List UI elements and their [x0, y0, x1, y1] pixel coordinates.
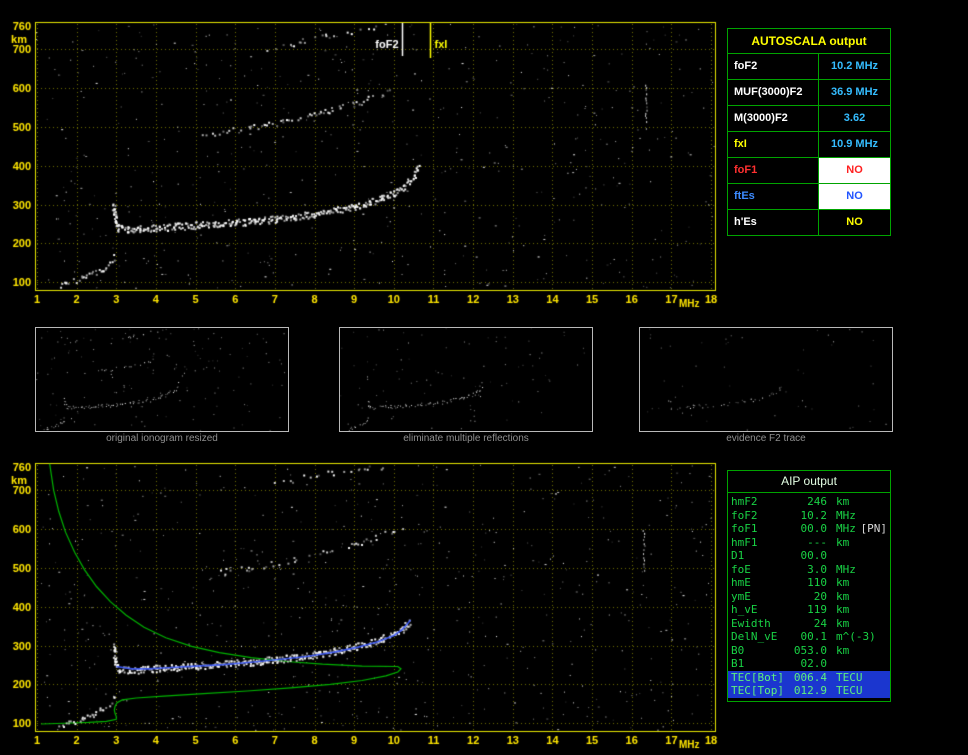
parameter-value: 10.2	[800, 508, 828, 522]
parameter-unit: km	[836, 616, 850, 630]
autoscala-row-m3000f2: M(3000)F2 3.62	[728, 106, 890, 132]
parameter-name: h_vE	[731, 603, 758, 617]
parameter-value: 053.0	[793, 643, 827, 657]
bottom-ionogram-canvas	[0, 440, 725, 752]
aip-row-foe: foE 3.0 MHz	[728, 563, 890, 577]
parameter-unit: MHz	[836, 522, 856, 536]
autoscala-row-fxi: fxI 10.9 MHz	[728, 132, 890, 158]
parameter-name: B1	[731, 657, 745, 671]
thumbnail-caption-original: original ionogram resized	[106, 433, 218, 444]
aip-panel-title: AIP output	[728, 471, 890, 493]
parameter-value: 00.0	[800, 522, 828, 536]
autoscala-rows: foF2 10.2 MHz MUF(3000)F2 36.9 MHz M(3000)F2…	[728, 54, 890, 235]
autoscala-output-panel: AUTOSCALA output foF2 10.2 MHz MUF(3000)F2…	[727, 28, 891, 236]
autoscala-row-fof2: foF2 10.2 MHz	[728, 54, 890, 80]
parameter-name: foF1	[731, 522, 758, 536]
autoscala-row-hes: h'Es NO	[728, 210, 890, 235]
aip-row-hve: h_vE 119 km	[728, 603, 890, 617]
parameter-name: foF1	[728, 158, 819, 183]
parameter-unit: MHz	[836, 508, 856, 522]
autoscala-row-fof1: foF1 NO	[728, 158, 890, 184]
aip-row-d1: D1 00.0	[728, 549, 890, 563]
parameter-name: M(3000)F2	[728, 106, 819, 131]
parameter-name: Ewidth	[731, 616, 771, 630]
aip-row-b0: B0 053.0 km	[728, 644, 890, 658]
parameter-value: 3.62	[843, 112, 866, 124]
parameter-name: TEC[Bot]	[731, 670, 784, 684]
parameter-name: TEC[Top]	[731, 684, 784, 698]
aip-output-panel: AIP output hmF2 246 km foF2 10.2 MHz foF1 00.0 M…	[727, 470, 891, 702]
aip-row-tecbot: TEC[Bot] 006.4 TECU	[728, 670, 890, 684]
parameter-unit: MHz	[836, 562, 856, 576]
parameter-unit: km	[836, 535, 850, 549]
parameter-value: 006.4	[793, 670, 827, 684]
parameter-unit: m^(-3)	[836, 630, 876, 644]
parameter-unit: km	[836, 643, 850, 657]
parameter-name: foF2	[731, 508, 758, 522]
thumbnail-caption-f2trace: evidence F2 trace	[726, 433, 806, 444]
aip-row-fof1: foF1 00.0 MHz [PN]	[728, 522, 890, 536]
thumbnail-f2-trace-evidence	[639, 327, 893, 432]
parameter-value: NO	[819, 158, 890, 183]
parameter-unit: TECU	[836, 684, 863, 698]
parameter-unit: TECU	[836, 670, 863, 684]
autoscala-row-ftes: ftEs NO	[728, 184, 890, 210]
parameter-unit: km	[836, 589, 850, 603]
parameter-value: 119	[807, 603, 827, 617]
parameter-value: 00.1	[800, 630, 828, 644]
parameter-name: fxI	[728, 132, 819, 157]
parameter-name: ymE	[731, 589, 751, 603]
parameter-value: 02.0	[800, 657, 828, 671]
parameter-name: hmE	[731, 576, 751, 590]
parameter-unit: km	[836, 603, 850, 617]
parameter-name: hmF2	[731, 495, 758, 509]
autoscala-screen: Rome (lat: +41.8, lon: 012.5) - DATE: 20…	[0, 0, 968, 755]
parameter-name: D1	[731, 549, 745, 563]
top-ionogram-canvas	[0, 0, 725, 312]
parameter-value: 10.9 MHz	[830, 138, 879, 150]
parameter-value: NO	[846, 216, 863, 228]
aip-row-fof2: foF2 10.2 MHz	[728, 509, 890, 523]
aip-rows: hmF2 246 km foF2 10.2 MHz foF1 00.0 MHz [PN] hmF1 -…	[728, 493, 890, 701]
parameter-value: 36.9 MHz	[830, 86, 879, 98]
autoscala-row-muf3000f2: MUF(3000)F2 36.9 MHz	[728, 80, 890, 106]
parameter-name: ftEs	[728, 184, 819, 209]
parameter-name: B0	[731, 643, 745, 657]
aip-row-ewidth: Ewidth 24 km	[728, 617, 890, 631]
parameter-value: ---	[807, 535, 827, 549]
aip-row-hmf1: hmF1 --- km	[728, 536, 890, 550]
parameter-value: NO	[819, 184, 890, 209]
parameter-value: 110	[807, 576, 827, 590]
aip-row-hme: hmE 110 km	[728, 576, 890, 590]
parameter-value: 10.2 MHz	[830, 60, 879, 72]
parameter-name: DelN_vE	[731, 630, 778, 644]
autoscala-panel-title: AUTOSCALA output	[728, 29, 890, 54]
parameter-value: 012.9	[793, 684, 827, 698]
parameter-name: foF2	[728, 54, 819, 79]
parameter-value: 3.0	[807, 562, 827, 576]
parameter-value: 24	[813, 616, 827, 630]
parameter-name: foE	[731, 562, 751, 576]
parameter-value: 00.0	[800, 549, 828, 563]
thumbnail-multiple-reflections-removed	[339, 327, 593, 432]
parameter-name: hmF1	[731, 535, 758, 549]
parameter-name: MUF(3000)F2	[728, 80, 819, 105]
thumbnail-caption-reflections: eliminate multiple reflections	[403, 433, 529, 444]
parameter-flag: [PN]	[860, 522, 888, 536]
parameter-value: 20	[813, 589, 827, 603]
aip-row-yme: ymE 20 km	[728, 590, 890, 604]
parameter-value: 246	[807, 495, 827, 509]
aip-row-hmf2: hmF2 246 km	[728, 495, 890, 509]
parameter-name: h'Es	[728, 210, 819, 235]
parameter-unit: km	[836, 576, 850, 590]
thumbnail-original-ionogram	[35, 327, 289, 432]
aip-row-tectop: TEC[Top] 012.9 TECU	[728, 684, 890, 698]
aip-row-b1: B1 02.0	[728, 657, 890, 671]
aip-row-delnve: DelN_vE 00.1 m^(-3)	[728, 630, 890, 644]
parameter-unit: km	[836, 495, 850, 509]
